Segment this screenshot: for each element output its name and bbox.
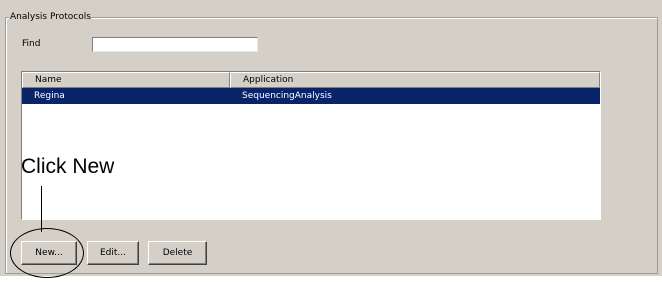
- column-header-name[interactable]: Name: [22, 72, 230, 88]
- find-input[interactable]: [92, 37, 258, 52]
- edit-button[interactable]: Edit...: [87, 241, 139, 265]
- cell-name: Regina: [34, 91, 65, 101]
- column-header-application[interactable]: Application: [230, 72, 600, 88]
- table-row[interactable]: Regina SequencingAnalysis: [22, 88, 600, 104]
- delete-button[interactable]: Delete: [148, 241, 207, 265]
- table-header: Name Application: [22, 72, 600, 88]
- group-title: Analysis Protocols: [9, 11, 92, 23]
- find-label: Find: [22, 39, 41, 49]
- cell-application: SequencingAnalysis: [242, 91, 332, 101]
- analysis-protocols-panel: Analysis Protocols Find Name Application…: [0, 0, 662, 278]
- callout-pointer-line: [41, 186, 42, 232]
- protocols-table: Name Application Regina SequencingAnalys…: [21, 71, 601, 220]
- table-body: Regina SequencingAnalysis: [22, 88, 600, 104]
- callout-text: Click New: [21, 155, 115, 178]
- callout-highlight-ellipse: [10, 228, 84, 278]
